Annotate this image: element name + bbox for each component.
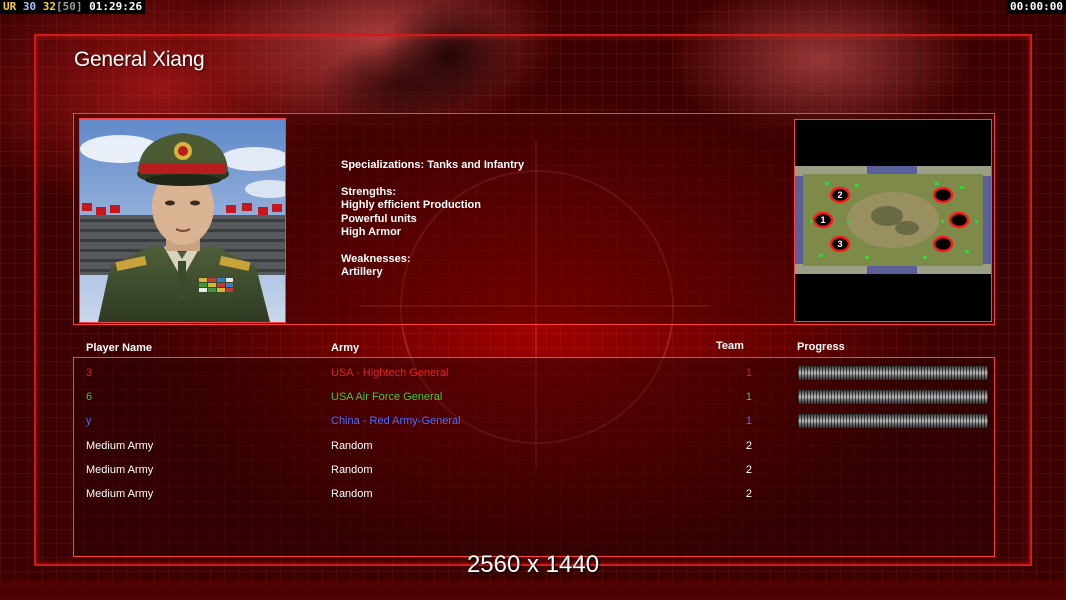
start-position-1: 1 bbox=[820, 215, 825, 225]
player-team: 2 bbox=[745, 439, 752, 452]
player-row: 6 USA Air Force General 1 bbox=[0, 390, 1066, 411]
general-title: General Xiang bbox=[74, 48, 205, 71]
bottom-strip bbox=[0, 580, 1066, 600]
progress-fill bbox=[798, 390, 988, 405]
description-line: Powerful units bbox=[341, 212, 417, 225]
player-team: 2 bbox=[745, 463, 752, 476]
header-team: Team bbox=[716, 340, 744, 352]
description-line bbox=[341, 172, 524, 185]
player-row: y China - Red Army-General 1 bbox=[0, 414, 1066, 435]
player-army: USA - Hightech General bbox=[331, 367, 449, 379]
player-row: Medium Army Random 2 bbox=[0, 440, 1066, 460]
player-army: Random bbox=[331, 439, 373, 452]
header-army: Army bbox=[331, 342, 360, 354]
hud-label: UR bbox=[3, 0, 17, 13]
player-name: Medium Army bbox=[86, 463, 154, 476]
loading-screen: UR 30 32[50] 01:29:26 00:00:00 General X… bbox=[0, 0, 1066, 600]
player-name: y bbox=[86, 415, 92, 428]
hud-timer: 00:00:00 bbox=[1007, 0, 1066, 14]
player-army: USA Air Force General bbox=[331, 391, 443, 404]
player-team: 1 bbox=[745, 415, 752, 428]
resolution-label: 2560 x 1440 bbox=[466, 551, 600, 578]
hud-value: [50] bbox=[56, 0, 83, 13]
description-line: Specializations: Tanks and Infantry bbox=[341, 159, 525, 171]
player-army: Random bbox=[331, 488, 373, 500]
header-player-name: Player Name bbox=[86, 342, 153, 354]
header-progress: Progress bbox=[797, 341, 845, 353]
description-line bbox=[341, 239, 524, 252]
hud-stats: UR 30 32[50] 01:29:26 bbox=[0, 0, 146, 14]
description-line: Highly efficient Production bbox=[341, 199, 481, 212]
description-line: High Armor bbox=[341, 226, 402, 239]
progress-fill bbox=[798, 366, 988, 380]
hud-elapsed: 01:29:26 bbox=[89, 0, 143, 13]
player-team: 2 bbox=[745, 488, 752, 500]
general-description: Specializations: Tanks and Infantry Stren… bbox=[341, 159, 524, 280]
player-name: Medium Army bbox=[86, 439, 154, 452]
player-progress-bar bbox=[798, 390, 988, 405]
player-army: China - Red Army-General bbox=[331, 415, 461, 428]
player-name: 3 bbox=[86, 367, 93, 379]
map-preview: 2 1 3 bbox=[794, 119, 992, 322]
player-row: Medium Army Random 2 bbox=[0, 488, 1066, 508]
description-line: Artillery bbox=[341, 266, 383, 279]
player-team: 1 bbox=[745, 367, 752, 379]
player-progress-bar bbox=[798, 414, 988, 429]
hud-value: 32 bbox=[42, 0, 56, 13]
player-name: 6 bbox=[86, 391, 93, 404]
player-row: Medium Army Random 2 bbox=[0, 464, 1066, 484]
player-row: 3 USA - Hightech General 1 bbox=[0, 366, 1066, 387]
player-progress-bar bbox=[798, 366, 988, 380]
hud-value: 30 bbox=[22, 0, 37, 13]
start-position-2: 2 bbox=[837, 190, 842, 200]
description-line: Weaknesses: bbox=[341, 252, 411, 265]
progress-fill bbox=[798, 414, 988, 429]
player-army: Random bbox=[331, 463, 373, 476]
player-name: Medium Army bbox=[86, 488, 154, 500]
start-position-3: 3 bbox=[837, 239, 842, 249]
general-portrait bbox=[79, 118, 286, 323]
description-line: Strengths: bbox=[341, 185, 396, 198]
player-team: 1 bbox=[745, 391, 752, 404]
